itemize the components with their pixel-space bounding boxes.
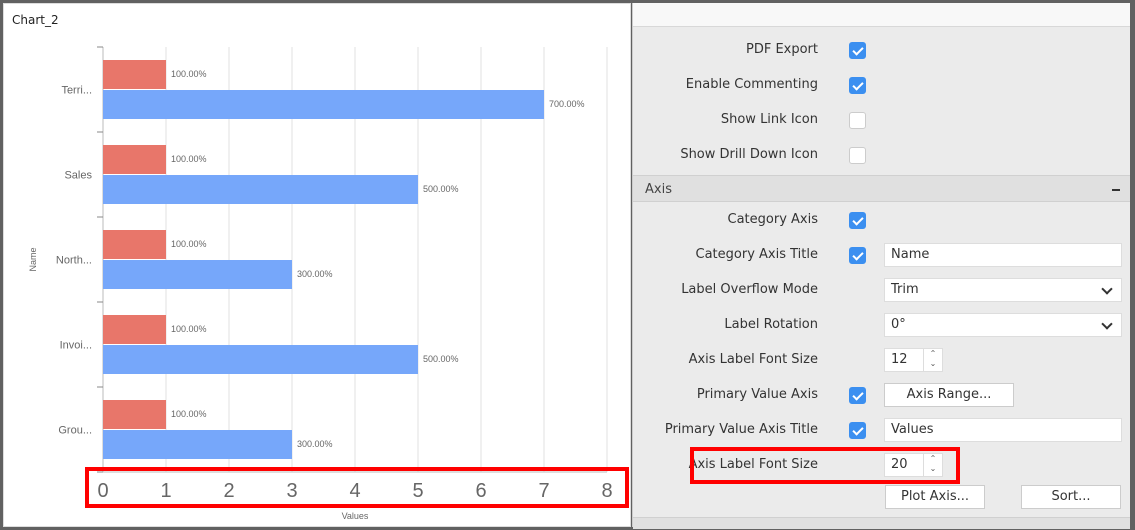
- property-checkbox[interactable]: [849, 77, 866, 94]
- axis-section-title: Axis: [645, 182, 672, 197]
- property-label: Show Drill Down Icon: [680, 147, 818, 162]
- spinner-icon[interactable]: ⌃ ⌄: [923, 349, 942, 371]
- bar: [103, 175, 418, 204]
- bar: [103, 230, 166, 259]
- label-overflow-mode-label: Label Overflow Mode: [681, 282, 818, 297]
- bar: [103, 260, 292, 289]
- property-checkbox[interactable]: [849, 112, 866, 129]
- label-overflow-mode-row: Label Overflow Mode Trim: [633, 275, 1130, 305]
- data-label: 100.00%: [171, 154, 207, 164]
- category-axis-title-input[interactable]: Name: [884, 243, 1122, 267]
- label-rotation-row: Label Rotation 0°: [633, 310, 1130, 340]
- primary-value-axis-title-checkbox[interactable]: [849, 422, 866, 439]
- data-label: 100.00%: [171, 324, 207, 334]
- font-size-value: 12: [891, 352, 908, 367]
- next-section-header[interactable]: [633, 517, 1130, 529]
- property-row: Show Drill Down Icon: [633, 140, 1130, 170]
- category-label: North...: [56, 255, 92, 267]
- label-rotation-value: 0°: [891, 317, 906, 332]
- category-axis-checkbox[interactable]: [849, 212, 866, 229]
- plot-axis-button[interactable]: Plot Axis...: [885, 485, 985, 509]
- data-label: 300.00%: [297, 269, 333, 279]
- data-label: 300.00%: [297, 439, 333, 449]
- category-axis-label-font-size-input[interactable]: 12 ⌃ ⌄: [884, 348, 943, 372]
- axis-range-button[interactable]: Axis Range...: [884, 383, 1014, 407]
- property-label: PDF Export: [745, 42, 818, 57]
- panel-header: [633, 3, 1130, 27]
- data-label: 100.00%: [171, 239, 207, 249]
- bar: [103, 315, 166, 344]
- bar: [103, 60, 166, 89]
- data-label: 500.00%: [423, 184, 459, 194]
- label-overflow-mode-select[interactable]: Trim: [884, 278, 1122, 302]
- chart-title: Chart_2: [12, 13, 59, 27]
- chart-panel: 0 1 2 3 4 5 6 7 8 Terri... 100.00% 700.00% Sales 100.…: [3, 3, 631, 527]
- primary-value-axis-title-label: Primary Value Axis Title: [664, 422, 818, 437]
- bar: [103, 430, 292, 459]
- bar: [103, 345, 418, 374]
- category-label: Invoi...: [60, 340, 92, 352]
- property-label: Enable Commenting: [685, 77, 818, 92]
- category-axis-label-font-size-label: Axis Label Font Size: [688, 352, 818, 367]
- primary-value-axis-row: Primary Value Axis Axis Range...: [633, 380, 1130, 410]
- category-axis-title-label: Category Axis Title: [695, 247, 818, 262]
- property-label: Show Link Icon: [720, 112, 818, 127]
- data-label: 700.00%: [549, 99, 585, 109]
- primary-value-axis-label: Primary Value Axis: [696, 387, 818, 402]
- highlight-font-size-setting: [690, 447, 960, 484]
- primary-value-axis-checkbox[interactable]: [849, 387, 866, 404]
- category-axis-label: Category Axis: [727, 212, 819, 227]
- sort-button[interactable]: Sort...: [1021, 485, 1121, 509]
- x-axis-title: Values: [342, 511, 369, 521]
- data-label: 100.00%: [171, 409, 207, 419]
- category-label: Grou...: [58, 425, 92, 437]
- axis-section-header[interactable]: Axis: [633, 175, 1130, 202]
- property-checkbox[interactable]: [849, 42, 866, 59]
- data-label: 100.00%: [171, 69, 207, 79]
- property-checkbox[interactable]: [849, 147, 866, 164]
- bar: [103, 400, 166, 429]
- bar: [103, 145, 166, 174]
- property-row: Show Link Icon: [633, 105, 1130, 135]
- primary-value-axis-title-row: Primary Value Axis Title Values: [633, 415, 1130, 445]
- label-rotation-select[interactable]: 0°: [884, 313, 1122, 337]
- y-axis-title: Name: [28, 247, 38, 271]
- category-axis-label-font-size-row: Axis Label Font Size 12 ⌃ ⌄: [633, 345, 1130, 375]
- label-overflow-mode-value: Trim: [891, 282, 919, 297]
- data-label: 500.00%: [423, 354, 459, 364]
- category-axis-title-checkbox[interactable]: [849, 247, 866, 264]
- category-label: Sales: [64, 170, 92, 182]
- property-row: PDF Export: [633, 35, 1130, 65]
- category-axis-row: Category Axis: [633, 205, 1130, 235]
- highlight-value-axis-labels: [85, 467, 629, 508]
- category-axis-title-row: Category Axis Title Name: [633, 240, 1130, 270]
- label-rotation-label: Label Rotation: [724, 317, 818, 332]
- bar: [103, 90, 544, 119]
- property-row: Enable Commenting: [633, 70, 1130, 100]
- primary-value-axis-title-input[interactable]: Values: [884, 418, 1122, 442]
- bar-chart: 0 1 2 3 4 5 6 7 8Terri...100.00%700.00%Sales100.…: [28, 46, 613, 521]
- category-label: Terri...: [61, 85, 92, 97]
- minus-icon[interactable]: [1112, 189, 1120, 191]
